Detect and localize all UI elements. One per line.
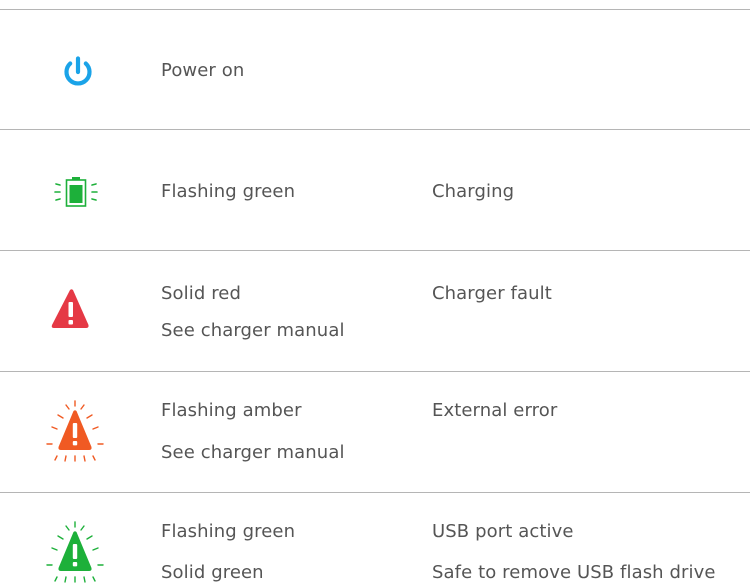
indicator-text: Power on — [161, 60, 245, 81]
flashing-warning-triangle-icon — [45, 399, 105, 462]
indicator-text: Solid red — [161, 283, 241, 304]
indicator-text: Solid green — [161, 562, 264, 583]
indicator-text: Flashing amber — [161, 400, 302, 421]
flashing-warning-triangle-icon — [45, 520, 105, 583]
warning-triangle-icon — [51, 287, 111, 337]
row-divider — [0, 492, 750, 493]
meaning-text: Charger fault — [432, 283, 552, 304]
indicator-text: See charger manual — [161, 320, 345, 341]
row-divider — [0, 9, 750, 10]
indicator-text: See charger manual — [161, 442, 345, 463]
row-divider — [0, 129, 750, 130]
meaning-text: Charging — [432, 181, 515, 202]
meaning-text: Safe to remove USB flash drive — [432, 562, 716, 583]
meaning-text: USB port active — [432, 521, 574, 542]
power-icon — [53, 56, 113, 106]
row-divider — [0, 250, 750, 251]
battery-charging-icon — [52, 175, 112, 225]
row-divider — [0, 371, 750, 372]
indicator-text: Flashing green — [161, 181, 296, 202]
meaning-text: External error — [432, 400, 558, 421]
indicator-text: Flashing green — [161, 521, 296, 542]
